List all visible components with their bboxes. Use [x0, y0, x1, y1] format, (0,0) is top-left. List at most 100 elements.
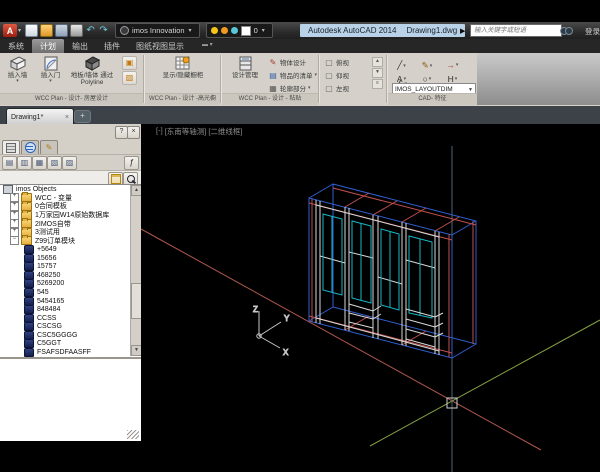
- tree-item-label: 468250: [37, 272, 60, 279]
- tab-sheet-view-display[interactable]: 图纸视图显示: [128, 39, 192, 53]
- design-manager-icon: [238, 56, 253, 71]
- tab-plan[interactable]: 计划: [32, 39, 64, 53]
- palette-tool-2[interactable]: ▥: [17, 156, 32, 170]
- wall-option-button-2[interactable]: ▨: [122, 71, 137, 85]
- top-view-button[interactable]: ▢ 俯视: [324, 56, 349, 68]
- help-search-input[interactable]: [470, 24, 562, 37]
- tree-item[interactable]: 848484: [0, 305, 141, 314]
- list-icon: ▤: [268, 71, 278, 80]
- title-bar: A ▾ ↶ ↷ imos Innovation ▾ 0 ▾ Autodesk A…: [0, 22, 600, 39]
- design-manager-button[interactable]: 设计管理: [227, 55, 263, 93]
- new-drawing-tab-button[interactable]: +: [74, 110, 91, 123]
- new-file-icon[interactable]: [25, 24, 38, 37]
- globe-icon: [25, 142, 36, 153]
- order-icon: [24, 322, 34, 331]
- tab-plugins[interactable]: 插件: [96, 39, 128, 53]
- layer-color-swatch[interactable]: [241, 26, 251, 36]
- box-icon: [83, 56, 101, 71]
- expander-icon[interactable]: −: [10, 236, 19, 245]
- tree-item[interactable]: 5269200: [0, 280, 141, 289]
- cube-icon: ▢: [324, 71, 334, 80]
- resize-grip[interactable]: [127, 430, 139, 439]
- tree-item[interactable]: FSAFSDFAASFF: [0, 348, 141, 357]
- palette-tool-4[interactable]: ▧: [47, 156, 62, 170]
- open-folder-icon[interactable]: [40, 24, 53, 37]
- tree-item[interactable]: 15656: [0, 254, 141, 263]
- layer-quickbar[interactable]: 0 ▾: [206, 23, 273, 38]
- tree-item[interactable]: 15757: [0, 262, 141, 271]
- scroll-down-icon[interactable]: ▼: [372, 68, 383, 78]
- panel-paste-title[interactable]: WCC Plan - 设计 - 粘贴: [222, 93, 318, 105]
- table-icon: [111, 174, 121, 184]
- layer-lock-icon[interactable]: [231, 27, 238, 34]
- tree-item[interactable]: +5649: [0, 245, 141, 254]
- signin-person-icon[interactable]: [575, 25, 583, 34]
- ribbon-options-caret-icon[interactable]: ▬ ▾: [196, 39, 219, 53]
- tree-item[interactable]: CCSS: [0, 314, 141, 323]
- redo-icon[interactable]: ↷: [97, 25, 110, 36]
- left-view-button[interactable]: ▢ 左视: [324, 82, 349, 94]
- palette-tool-1[interactable]: ▤: [2, 156, 17, 170]
- tree-item[interactable]: CSCSG: [0, 323, 141, 332]
- palette-toolbar: ▤ ▥ ▦ ▧ ▨ ƒ: [0, 154, 141, 170]
- tree-item[interactable]: C5GGT: [0, 340, 141, 349]
- file-tab-close-icon[interactable]: ×: [65, 114, 69, 121]
- panel-house-title[interactable]: WCC Plan - 设计- 房屋设计: [0, 93, 143, 105]
- tree-folder[interactable]: −Z99订单模块: [0, 237, 141, 246]
- tree-item[interactable]: 545: [0, 288, 141, 297]
- save-icon[interactable]: [55, 24, 68, 37]
- insert-wall-button[interactable]: 插入墙 ▾: [2, 55, 33, 93]
- drawing-viewport[interactable]: [-] [东南等轴测] [二维线框] Z Y: [141, 124, 600, 472]
- signin-label[interactable]: 登录: [585, 26, 600, 37]
- tree-scrollbar[interactable]: ▲ ▼: [130, 185, 141, 356]
- tab-system[interactable]: 系统: [0, 39, 32, 53]
- insert-door-button[interactable]: 插入门 ▾: [35, 55, 66, 93]
- layer-name: 0: [254, 26, 258, 35]
- tree-item[interactable]: 468250: [0, 271, 141, 280]
- panel-views: ▢ 俯视 ▢ 仰视 ▢ 左视 ▲ ▼ ≡: [320, 53, 386, 105]
- autocad-logo-button[interactable]: A: [3, 24, 17, 37]
- workspace-switcher[interactable]: imos Innovation ▾: [115, 23, 200, 38]
- palette-tab-objects[interactable]: [2, 140, 20, 154]
- combo-caret-icon: ▼: [468, 87, 473, 93]
- pencil-icon: ✎: [46, 143, 53, 152]
- layer-on-bulb-icon[interactable]: [211, 27, 218, 34]
- scroll-up-icon[interactable]: ▲: [372, 57, 383, 67]
- file-tab-drawing1[interactable]: Drawing1* ×: [6, 108, 74, 125]
- cube-icon: ▢: [324, 58, 334, 67]
- tree-item-label: C5GGT: [37, 340, 61, 347]
- palette-tool-3[interactable]: ▦: [32, 156, 47, 170]
- workspace-label: imos Innovation: [132, 26, 185, 35]
- logo-caret-icon[interactable]: ▾: [18, 27, 21, 34]
- tree-item[interactable]: CSC5GGGG: [0, 331, 141, 340]
- panel-cad-title[interactable]: CAD- 特征: [388, 93, 477, 105]
- panel-highlight-title[interactable]: WCC Plan - 设计 -高光橱: [145, 93, 220, 105]
- palette-close-button[interactable]: ×: [127, 126, 140, 139]
- palette-tab-catalog[interactable]: [21, 140, 39, 154]
- item-list-button[interactable]: ▤ 物品的清单 ▾: [268, 69, 317, 81]
- show-hide-cabinets-button[interactable]: 显示/隐藏橱柜: [158, 55, 208, 93]
- panel-house-design: 插入墙 ▾ 插入门 ▾ 地板/墙体 通过 Polyline: [0, 53, 143, 105]
- plot-icon[interactable]: [70, 24, 83, 37]
- cube-icon: ▢: [324, 84, 334, 93]
- tree-item-label: +5649: [37, 246, 57, 253]
- search-binoculars-icon[interactable]: [560, 27, 572, 34]
- undo-icon[interactable]: ↶: [84, 25, 97, 36]
- ucs-icon: Z Y X: [253, 305, 290, 357]
- tree-item[interactable]: 5454165: [0, 297, 141, 306]
- fx-button[interactable]: ƒ: [124, 156, 139, 170]
- layer-freeze-sun-icon[interactable]: [221, 27, 228, 34]
- insert-door-caret-icon: ▾: [49, 79, 52, 83]
- tab-output[interactable]: 输出: [64, 39, 96, 53]
- palette-tab-design[interactable]: ✎: [40, 140, 58, 154]
- panel-cad-features: ╱▾ ✎▾ →▾ ∠▾ A▾ ○▾ H▾ □▾ IMOS_LAYOUTDIM ▼…: [388, 53, 477, 105]
- wall-option-button-1[interactable]: ▣: [122, 56, 137, 70]
- panel-highlight-cabinets: 显示/隐藏橱柜 WCC Plan - 设计 -高光橱: [145, 53, 220, 105]
- bottom-view-button[interactable]: ▢ 仰视: [324, 69, 349, 81]
- floor-wall-polyline-button[interactable]: 地板/墙体 通过 Polyline: [67, 55, 117, 93]
- title-expand-arrow-icon[interactable]: ▶: [460, 27, 465, 35]
- scroll-menu-icon[interactable]: ≡: [372, 79, 383, 89]
- palette-tool-5[interactable]: ▨: [62, 156, 77, 170]
- ribbon-tab-bar: 系统 计划 输出 插件 图纸视图显示 ▬ ▾: [0, 39, 600, 53]
- object-design-button[interactable]: ✎ 物体设计: [268, 56, 306, 68]
